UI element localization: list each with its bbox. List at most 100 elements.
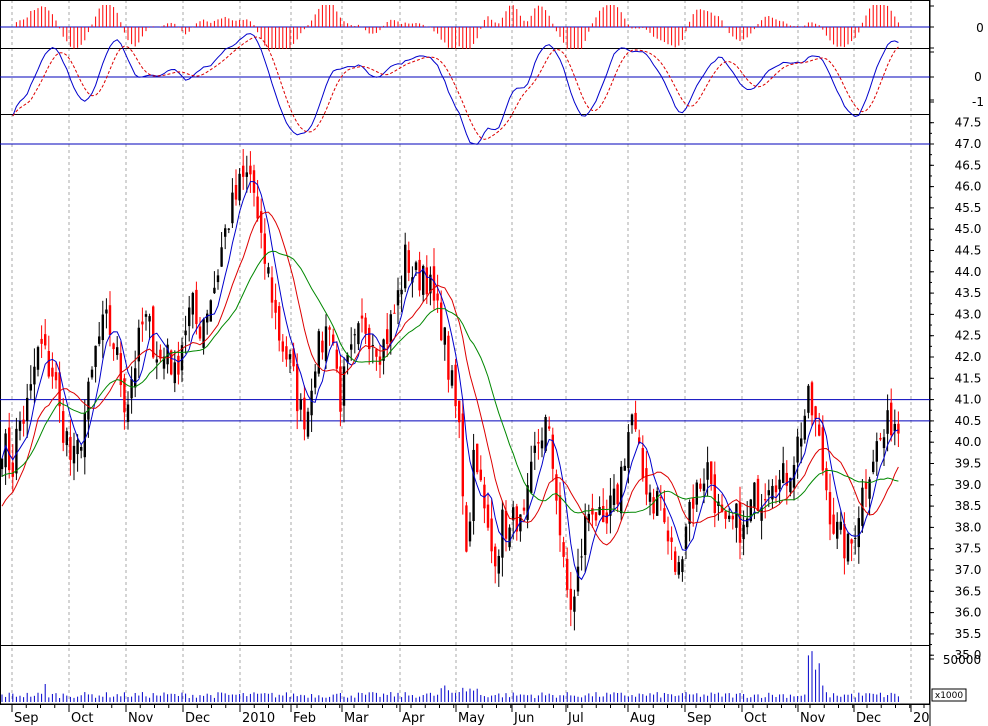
candle-body xyxy=(54,372,58,381)
panel-frame xyxy=(0,114,930,646)
moving-average-mid xyxy=(1,211,899,546)
candle-body xyxy=(857,518,860,548)
candle-body xyxy=(872,461,875,473)
candle-body xyxy=(389,314,392,343)
candle-body xyxy=(173,362,176,384)
price-tick-label: 43.0 xyxy=(955,307,982,321)
candle-body xyxy=(479,469,482,481)
candle-body xyxy=(886,410,889,434)
candle-body xyxy=(94,345,97,367)
candle-body xyxy=(209,300,212,322)
candle-body xyxy=(494,546,497,567)
candle-body xyxy=(216,275,220,283)
candle-body xyxy=(375,349,378,357)
candle-body xyxy=(684,526,688,550)
candle-body xyxy=(677,562,680,575)
candle-body xyxy=(843,523,846,559)
candle-body xyxy=(450,370,454,386)
price-tick-label: 44.5 xyxy=(955,244,982,258)
candle-body xyxy=(699,483,702,489)
candle-body xyxy=(846,533,850,562)
panel-frames xyxy=(0,0,931,726)
price-tick-label: 45.0 xyxy=(955,222,982,236)
candle-body xyxy=(782,463,785,484)
histogram-tick-label: 0 xyxy=(976,21,984,35)
candle-body xyxy=(407,250,410,273)
candle-body xyxy=(396,290,400,306)
candle-body xyxy=(756,478,760,512)
candle-body xyxy=(184,330,187,336)
price-tick-label: 47.5 xyxy=(955,116,982,130)
candle-body xyxy=(386,329,389,345)
month-label: Jul xyxy=(567,711,584,726)
candle-body xyxy=(202,319,205,348)
candle-body xyxy=(605,512,608,524)
candle-body xyxy=(400,289,403,295)
candle-body xyxy=(288,354,292,360)
candle-body xyxy=(368,327,371,350)
candle-body xyxy=(897,423,900,434)
candle-body xyxy=(458,400,461,423)
candle-body xyxy=(486,504,490,528)
stock-chart: 47.5 47.0 46.5 46.0 45.5 45.0 44.5 44.0 43.5 43.0… xyxy=(0,0,984,726)
candle-body xyxy=(648,492,652,502)
candle-body xyxy=(8,427,11,471)
month-label: Feb xyxy=(293,711,316,726)
candle-body xyxy=(735,503,738,528)
candle-body xyxy=(321,340,324,353)
candle-body xyxy=(404,244,407,289)
candle-body xyxy=(738,502,742,543)
candle-body xyxy=(18,421,22,431)
price-tick-label: 47.0 xyxy=(955,137,982,151)
price-tick-label: 40.5 xyxy=(955,414,982,428)
price-tick-label: 41.5 xyxy=(955,371,982,385)
month-label: May xyxy=(458,711,485,726)
volume-panel xyxy=(1,651,899,702)
candle-body xyxy=(461,413,464,497)
price-tick-label: 38.5 xyxy=(955,499,982,513)
candle-body xyxy=(72,445,76,464)
candle-body xyxy=(882,437,886,449)
candle-body xyxy=(627,432,630,469)
moving-average-long xyxy=(1,250,899,518)
price-tick-label: 46.5 xyxy=(955,158,982,172)
moving-average-short xyxy=(1,181,899,581)
candle-body xyxy=(584,515,587,556)
candle-body xyxy=(112,343,115,350)
candle-body xyxy=(213,287,216,294)
volume-unit-label: x1000 xyxy=(935,691,964,701)
candle-body xyxy=(504,510,508,539)
price-tick-label: 38.0 xyxy=(955,520,982,534)
candle-body xyxy=(206,313,209,323)
candle-body xyxy=(303,397,306,430)
candle-body xyxy=(796,436,799,463)
candle-body xyxy=(414,262,418,270)
month-label: Aug xyxy=(630,711,655,726)
candle-body xyxy=(832,514,835,534)
candle-body xyxy=(663,508,666,523)
month-label: Apr xyxy=(402,711,425,726)
candle-body xyxy=(702,483,706,491)
candle-body xyxy=(562,542,565,557)
candle-body xyxy=(764,499,767,501)
candle-body xyxy=(803,415,806,440)
candle-body xyxy=(76,440,79,455)
month-label: Sep xyxy=(687,711,712,726)
candle-body xyxy=(836,521,839,539)
candle-body xyxy=(69,436,72,460)
candle-body xyxy=(875,441,878,462)
candle-body xyxy=(296,363,299,412)
oscillator-tick-label: 0 xyxy=(974,70,982,84)
candle-body xyxy=(724,510,727,519)
candle-body xyxy=(602,505,605,523)
candle-body xyxy=(98,336,101,344)
candle-body xyxy=(807,385,810,413)
candle-body xyxy=(501,509,504,558)
candle-body xyxy=(630,414,634,426)
candle-body xyxy=(188,307,191,327)
price-tick-label: 36.5 xyxy=(955,584,982,598)
candle-body xyxy=(357,323,360,345)
price-panel xyxy=(0,143,930,631)
price-tick-label: 42.0 xyxy=(955,350,982,364)
month-label: Mar xyxy=(344,711,369,726)
